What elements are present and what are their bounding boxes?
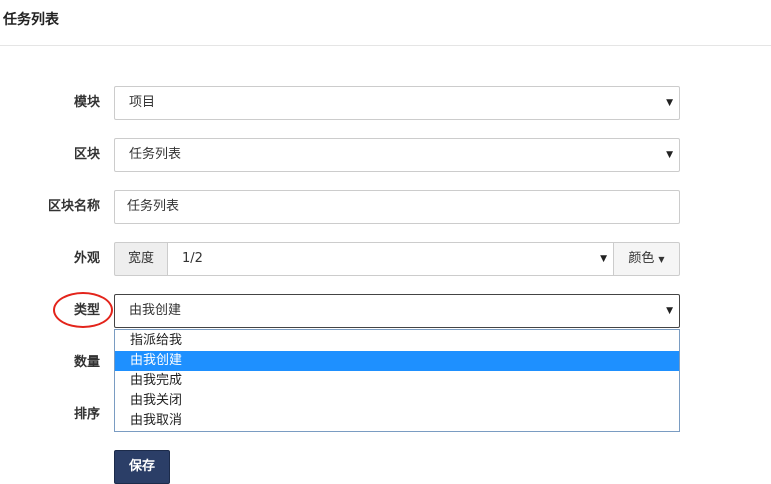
module-select-value: 项目 (129, 95, 156, 110)
chevron-down-icon: ▼ (666, 98, 673, 108)
caret-down-icon: ▼ (658, 255, 665, 264)
page-title: 任务列表 (3, 12, 59, 28)
type-option[interactable]: 指派给我 (115, 331, 679, 351)
chevron-down-icon: ▼ (666, 150, 673, 160)
color-button-label: 颜色 (628, 251, 655, 266)
type-select[interactable]: 由我创建 ▼ (114, 294, 680, 328)
color-button[interactable]: 颜色 ▼ (613, 242, 680, 276)
type-label: 类型 (73, 303, 100, 318)
width-addon: 宽度 (114, 242, 168, 276)
order-label: 排序 (73, 407, 100, 422)
width-select[interactable]: 1/2 ▼ (167, 242, 614, 276)
module-select[interactable]: 项目 ▼ (114, 86, 680, 120)
chevron-down-icon: ▼ (666, 306, 673, 316)
block-name-value: 任务列表 (127, 199, 180, 214)
chevron-down-icon: ▼ (600, 254, 607, 264)
type-option[interactable]: 由我完成 (115, 371, 679, 391)
save-button[interactable]: 保存 (114, 450, 170, 484)
type-option-selected[interactable]: 由我创建 (115, 351, 679, 371)
count-label: 数量 (73, 355, 100, 370)
module-label: 模块 (73, 95, 100, 110)
type-select-value: 由我创建 (129, 303, 182, 318)
width-select-value: 1/2 (182, 251, 203, 266)
block-name-input[interactable]: 任务列表 (114, 190, 680, 224)
page-header: 任务列表 (0, 0, 771, 46)
type-option[interactable]: 由我关闭 (115, 391, 679, 411)
block-select[interactable]: 任务列表 ▼ (114, 138, 680, 172)
block-select-value: 任务列表 (129, 147, 182, 162)
appearance-label: 外观 (73, 251, 100, 266)
block-name-label: 区块名称 (47, 199, 100, 214)
type-option[interactable]: 由我取消 (115, 411, 679, 431)
type-dropdown-list: 指派给我 由我创建 由我完成 由我关闭 由我取消 (114, 329, 680, 432)
block-label: 区块 (73, 147, 100, 162)
